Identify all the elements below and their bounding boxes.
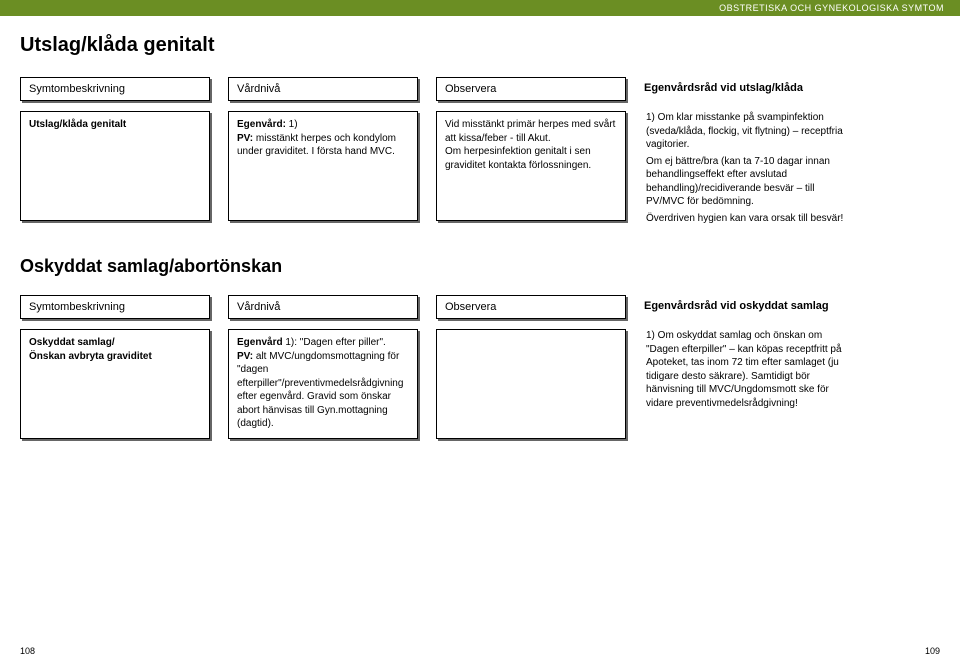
col2-header-observera: Observera [436,295,626,319]
advice-2: 1) Om oskyddat samlag och önskan om "Dag… [646,329,854,410]
header-row-1: Symtombeskrivning Vårdnivå Observera Ege… [20,77,940,101]
cell-observera-1: Vid misstänkt primär herpes med svårt at… [436,111,626,221]
pv-label: PV: [237,133,253,144]
advice-1-p2: Om ej bättre/bra (kan ta 7-10 dagar inna… [646,155,854,209]
sub-title: Oskyddat samlag/abortönskan [20,256,940,277]
col-header-symtom: Symtombeskrivning [20,77,210,101]
pv2-text: alt MVC/ungdomsmottagning för "dagen eft… [237,351,403,430]
cell-vardniva-2: Egenvård 1): "Dagen efter piller". PV: a… [228,329,418,439]
egenvard-text: 1) [286,119,298,130]
col-header-egenvard: Egenvårdsråd vid utslag/klåda [644,77,854,99]
page-number-right: 109 [925,646,940,656]
col2-header-egenvard: Egenvårdsråd vid oskyddat samlag [644,295,854,317]
cell-symtom-1: Utslag/klåda genitalt [20,111,210,221]
cell-egenvard-2: 1) Om oskyddat samlag och önskan om "Dag… [644,329,854,413]
symtom-text: Utslag/klåda genitalt [29,119,126,130]
cell-vardniva-1: Egenvård: 1) PV: misstänkt herpes och ko… [228,111,418,221]
col2-header-vardniva: Vårdnivå [228,295,418,319]
pv-text: misstänkt herpes och kondylom under grav… [237,133,396,158]
egenvard2-text: 1): "Dagen efter piller". [283,337,386,348]
egenvard2-label: Egenvård [237,337,283,348]
col2-header-symtom: Symtombeskrivning [20,295,210,319]
section-oskyddat: Symtombeskrivning Vårdnivå Observera Ege… [20,295,940,439]
page-content: Utslag/klåda genitalt Symtombeskrivning … [0,16,960,439]
section-utslag: Symtombeskrivning Vårdnivå Observera Ege… [20,77,940,228]
cell-egenvard-1: 1) Om klar misstanke på svampinfektion (… [644,111,854,228]
col-header-observera: Observera [436,77,626,101]
cell-symtom-2: Oskyddat samlag/ Önskan avbryta gravidit… [20,329,210,439]
egenvard-label: Egenvård: [237,119,286,130]
advice-1-p3: Överdriven hygien kan vara orsak till be… [646,212,854,226]
col-header-vardniva: Vårdnivå [228,77,418,101]
symtom2-l2: Önskan avbryta graviditet [29,351,152,362]
section-banner: OBSTRETISKA OCH GYNEKOLOGISKA SYMTOM [0,0,960,16]
cell-observera-2 [436,329,626,439]
advice-1-p1: 1) Om klar misstanke på svampinfektion (… [646,111,854,152]
symtom2-l1: Oskyddat samlag/ [29,337,115,348]
page-footer: 108 109 [20,646,940,656]
body-row-2: Oskyddat samlag/ Önskan avbryta gravidit… [20,329,940,439]
header-row-2: Symtombeskrivning Vårdnivå Observera Ege… [20,295,940,319]
pv2-label: PV: [237,351,253,362]
body-row-1: Utslag/klåda genitalt Egenvård: 1) PV: m… [20,111,940,228]
page-title: Utslag/klåda genitalt [20,34,940,57]
page-number-left: 108 [20,646,35,656]
